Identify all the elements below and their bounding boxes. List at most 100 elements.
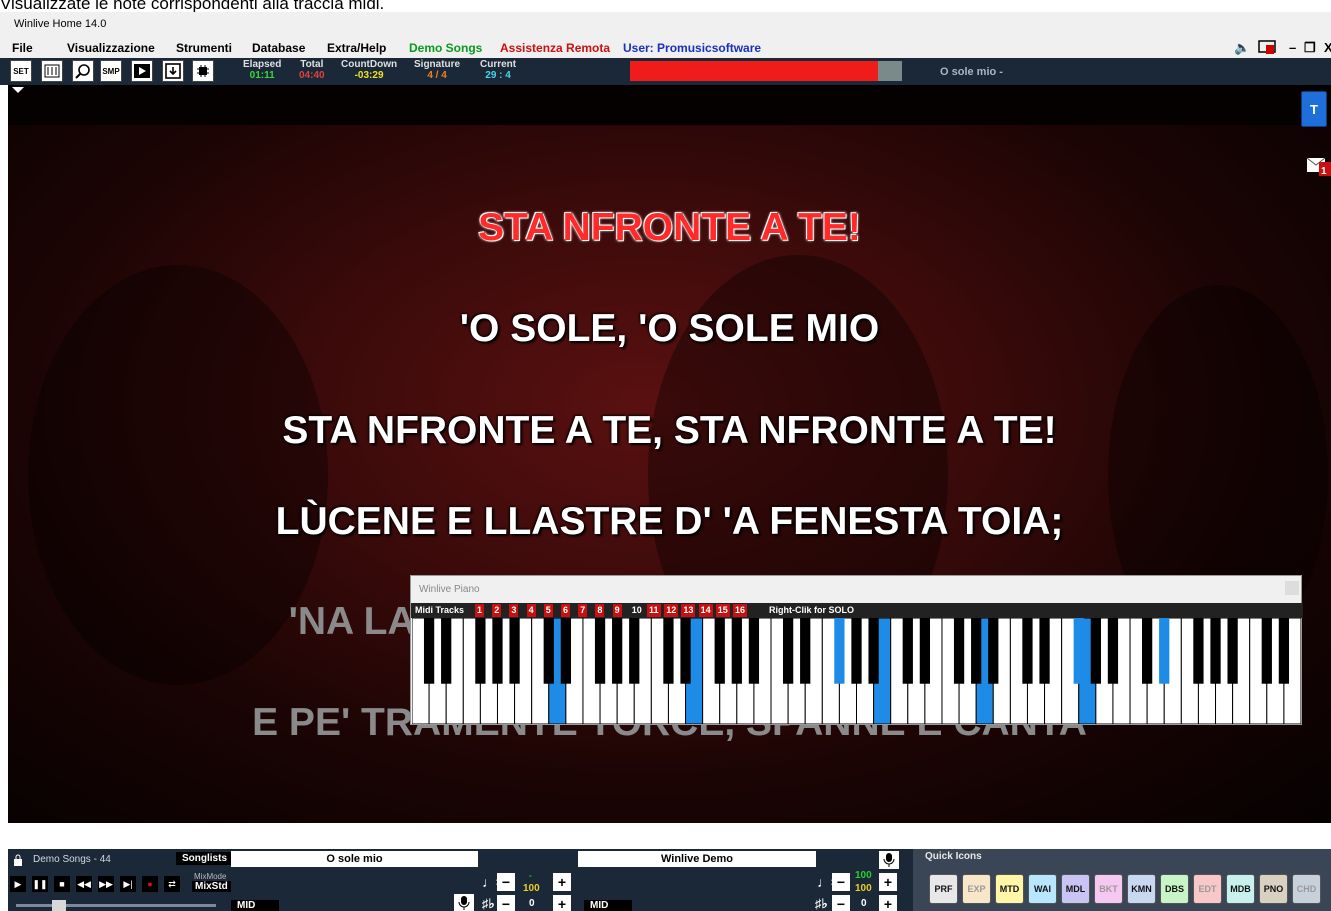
close-icon[interactable]: X bbox=[1324, 40, 1331, 55]
menu-database[interactable]: Database bbox=[252, 41, 305, 55]
quick-icon-mdb[interactable]: MDB bbox=[1226, 874, 1255, 904]
deck-a-tempo-plus[interactable]: + bbox=[553, 873, 571, 891]
menu-remote-assistance[interactable]: Assistenza Remota bbox=[500, 41, 610, 55]
midi-track-11[interactable]: 11 bbox=[647, 604, 661, 617]
quick-icon-prf[interactable]: PRF bbox=[929, 874, 958, 904]
dropdown-caret-icon[interactable] bbox=[12, 87, 24, 93]
piano-close-icon[interactable] bbox=[1285, 581, 1299, 595]
rewind-icon[interactable]: ◀◀ bbox=[76, 876, 92, 892]
deck-a-tempo-minus[interactable]: − bbox=[497, 873, 515, 891]
speaker-icon[interactable]: 🔈 bbox=[1234, 40, 1250, 56]
piano-black-key[interactable] bbox=[851, 618, 862, 684]
piano-black-key[interactable] bbox=[834, 618, 845, 684]
deck-a-title[interactable]: O sole mio bbox=[231, 851, 478, 867]
repeat-icon[interactable]: ⇄ bbox=[164, 876, 180, 892]
deck-b-tempo-minus[interactable]: − bbox=[832, 873, 850, 891]
piano-black-key[interactable] bbox=[971, 618, 982, 684]
midi-track-5[interactable]: 5 bbox=[543, 604, 553, 617]
piano-black-key[interactable] bbox=[680, 618, 691, 684]
midi-track-6[interactable]: 6 bbox=[561, 604, 571, 617]
quick-icon-mtd[interactable]: MTD bbox=[995, 874, 1024, 904]
midi-track-7[interactable]: 7 bbox=[578, 604, 588, 617]
piano-black-key[interactable] bbox=[423, 618, 435, 684]
piano-black-key[interactable] bbox=[714, 618, 725, 684]
quick-icon-exp[interactable]: EXP bbox=[962, 874, 991, 904]
deck-b-title[interactable]: Winlive Demo bbox=[578, 851, 816, 867]
midi-track-4[interactable]: 4 bbox=[526, 604, 536, 617]
midi-track-1[interactable]: 1 bbox=[475, 604, 485, 617]
fast-forward-icon[interactable]: ▶▶ bbox=[98, 876, 114, 892]
menu-tools[interactable]: Strumenti bbox=[176, 41, 232, 55]
deck-b-tempo-plus[interactable]: + bbox=[879, 873, 897, 891]
piano-black-key[interactable] bbox=[475, 618, 486, 684]
piano-black-key[interactable] bbox=[1073, 618, 1084, 684]
menu-user[interactable]: User: Promusicsoftware bbox=[623, 41, 761, 55]
midi-track-16[interactable]: 16 bbox=[733, 604, 748, 617]
mixer-icon[interactable] bbox=[41, 60, 63, 82]
next-icon[interactable]: ▶| bbox=[120, 876, 136, 892]
piano-black-key[interactable] bbox=[1022, 618, 1033, 684]
menu-demo-songs[interactable]: Demo Songs bbox=[409, 41, 482, 55]
piano-black-key[interactable] bbox=[1278, 618, 1290, 684]
chip-icon[interactable] bbox=[192, 60, 214, 82]
restore-icon[interactable]: ❐ bbox=[1304, 40, 1316, 56]
stop-icon[interactable]: ■ bbox=[54, 876, 70, 892]
quick-icon-bkt[interactable]: BKT bbox=[1094, 874, 1123, 904]
message-icon[interactable]: 1 bbox=[1305, 152, 1331, 177]
mix-std-button[interactable]: MixStd bbox=[192, 881, 231, 892]
play-video-icon[interactable] bbox=[131, 60, 153, 82]
menu-file[interactable]: File bbox=[12, 41, 33, 55]
quick-icon-dbs[interactable]: DBS bbox=[1160, 874, 1189, 904]
midi-track-13[interactable]: 13 bbox=[681, 604, 696, 617]
lock-icon[interactable] bbox=[13, 854, 23, 869]
search-icon[interactable] bbox=[72, 60, 94, 82]
piano-black-key[interactable] bbox=[1193, 618, 1204, 684]
piano-black-key[interactable] bbox=[988, 618, 999, 684]
piano-black-key[interactable] bbox=[902, 618, 913, 684]
piano-black-key[interactable] bbox=[919, 618, 931, 684]
piano-black-key[interactable] bbox=[629, 618, 640, 684]
quick-icon-kmn[interactable]: KMN bbox=[1127, 874, 1156, 904]
microphone-icon[interactable] bbox=[879, 851, 899, 869]
piano-black-key[interactable] bbox=[1039, 618, 1050, 684]
piano-black-key[interactable] bbox=[953, 618, 965, 684]
piano-black-key[interactable] bbox=[1227, 618, 1238, 684]
pause-icon[interactable]: ❚❚ bbox=[32, 876, 48, 892]
piano-black-key[interactable] bbox=[1107, 618, 1119, 684]
piano-black-key[interactable] bbox=[612, 618, 623, 684]
piano-black-key[interactable] bbox=[1090, 618, 1101, 684]
position-slider-thumb[interactable] bbox=[52, 900, 66, 911]
deck-a-transpose-plus[interactable]: + bbox=[553, 895, 571, 911]
quick-icon-pno[interactable]: PNO bbox=[1259, 874, 1288, 904]
piano-black-key[interactable] bbox=[1142, 618, 1153, 684]
microphone-icon[interactable] bbox=[454, 894, 474, 911]
piano-black-key[interactable] bbox=[560, 618, 571, 684]
quick-icon-chd[interactable]: CHD bbox=[1292, 874, 1321, 904]
export-icon[interactable] bbox=[162, 60, 184, 82]
record-icon[interactable]: ● bbox=[142, 876, 158, 892]
piano-black-key[interactable] bbox=[1210, 618, 1221, 684]
piano-black-key[interactable] bbox=[441, 618, 452, 684]
play-icon[interactable]: ▶ bbox=[10, 876, 26, 892]
piano-black-key[interactable] bbox=[1261, 618, 1272, 684]
piano-black-key[interactable] bbox=[731, 618, 742, 684]
midi-track-3[interactable]: 3 bbox=[509, 604, 519, 617]
piano-black-key[interactable] bbox=[663, 618, 674, 684]
piano-black-key[interactable] bbox=[1159, 618, 1170, 684]
monitor-icon[interactable] bbox=[1258, 39, 1276, 58]
midi-track-9[interactable]: 9 bbox=[612, 604, 622, 617]
piano-black-key[interactable] bbox=[868, 618, 879, 684]
midi-track-15[interactable]: 15 bbox=[715, 604, 730, 617]
piano-black-key[interactable] bbox=[492, 618, 503, 684]
deck-b-transpose-plus[interactable]: + bbox=[879, 895, 897, 911]
piano-window[interactable]: Winlive Piano Midi Tracks Right-Clik for… bbox=[410, 575, 1303, 725]
piano-black-key[interactable] bbox=[782, 618, 794, 684]
quick-icon-edt[interactable]: EDT bbox=[1193, 874, 1222, 904]
t-button[interactable]: T bbox=[1301, 91, 1327, 127]
piano-black-key[interactable] bbox=[748, 618, 760, 684]
song-progress-bar[interactable] bbox=[630, 61, 902, 81]
piano-black-key[interactable] bbox=[594, 618, 606, 684]
piano-black-key[interactable] bbox=[800, 618, 811, 684]
midi-track-14[interactable]: 14 bbox=[698, 604, 713, 617]
minimize-icon[interactable]: – bbox=[1289, 40, 1296, 55]
